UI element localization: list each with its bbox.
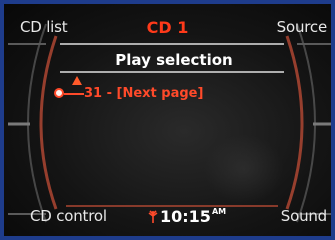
softkey-sound[interactable]: Sound	[281, 209, 327, 224]
menu-frame	[8, 23, 331, 223]
clock-time: 10:15	[160, 207, 211, 226]
softkey-cd-control[interactable]: CD control	[30, 209, 107, 224]
menu-title: Play selection	[115, 51, 233, 69]
softkey-source[interactable]: Source	[277, 20, 328, 35]
clock-ampm: AM	[211, 207, 227, 216]
screen-glare	[204, 134, 284, 204]
scroll-up-arrow-icon	[72, 76, 82, 85]
selection-connector	[64, 93, 84, 95]
selection-knob-icon	[54, 88, 64, 98]
list-item-label[interactable]: 31 - [Next page]	[84, 86, 203, 101]
mmi-screen: CD list CD 1 Source Play selection 31 - …	[0, 0, 335, 240]
list-item-selected[interactable]	[54, 88, 64, 98]
antenna-icon	[148, 209, 158, 223]
status-clock: 10:15 AM	[148, 207, 226, 226]
